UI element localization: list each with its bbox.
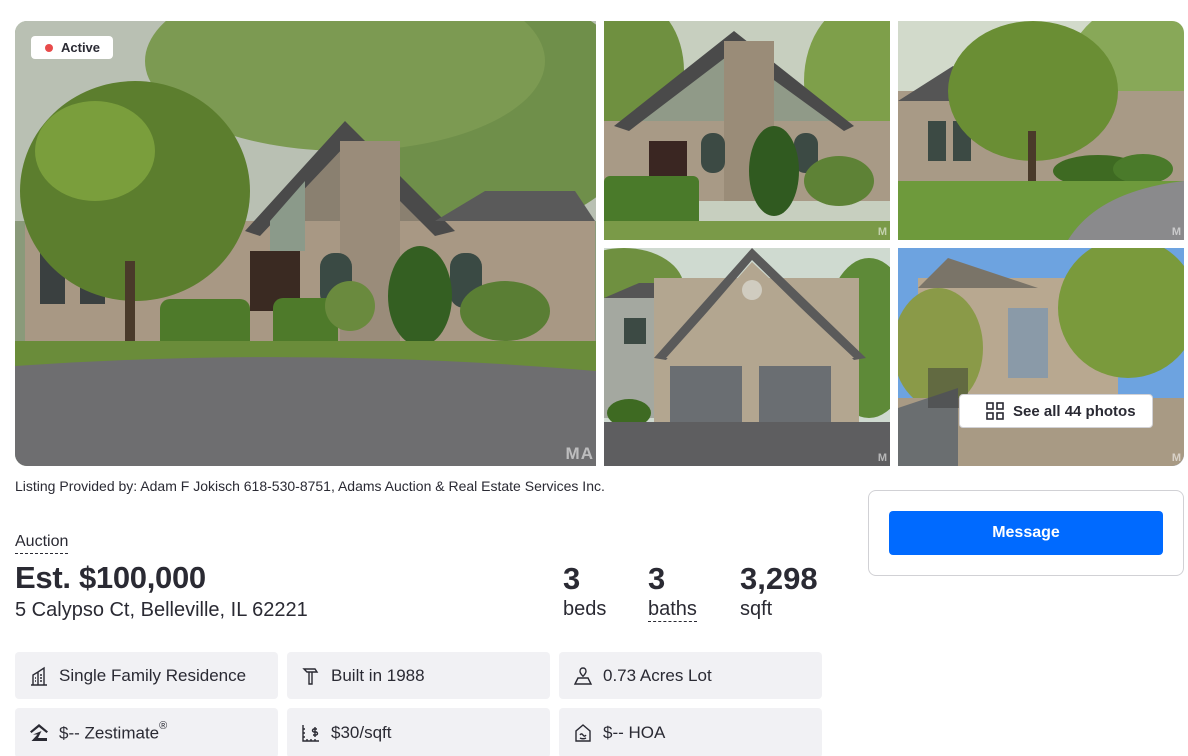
- gallery-photo[interactable]: M: [604, 21, 890, 240]
- fact-home-type: Single Family Residence: [15, 652, 278, 699]
- sqft-value: 3,298: [740, 561, 818, 596]
- photo-watermark: M: [1171, 226, 1182, 238]
- see-all-photos-label: See all 44 photos: [1013, 402, 1136, 420]
- gallery-photo[interactable]: M: [604, 248, 890, 466]
- gallery-photo[interactable]: M: [898, 248, 1184, 466]
- grid-icon: [986, 402, 1004, 420]
- listing-address: 5 Calypso Ct, Belleville, IL 62221: [15, 599, 308, 621]
- sqft-stat: 3,298 sqft: [740, 562, 818, 621]
- fact-price-per-sqft: $30/sqft: [287, 708, 550, 756]
- lot-size-icon: [573, 666, 593, 685]
- listing-type-link[interactable]: Auction: [15, 532, 69, 554]
- status-badge-label: Active: [61, 40, 101, 55]
- baths-stat: 3 baths: [648, 562, 697, 622]
- fact-lot-size: 0.73 Acres Lot: [559, 652, 822, 699]
- photo-watermark: M: [877, 452, 888, 464]
- price-per-sqft-icon: [302, 725, 319, 742]
- baths-label-link[interactable]: baths: [648, 597, 697, 622]
- fact-zestimate-label: $-- Zestimate®: [59, 719, 168, 743]
- listing-provided-by: Listing Provided by: Adam F Jokisch 618-…: [15, 478, 605, 494]
- photo-watermark: M: [1171, 452, 1182, 464]
- registered-mark: ®: [159, 719, 168, 732]
- beds-value: 3: [563, 561, 581, 596]
- photo-watermark: M: [877, 226, 888, 238]
- zestimate-icon: [30, 724, 48, 741]
- status-dot-icon: [45, 43, 53, 52]
- sqft-label: sqft: [740, 598, 773, 620]
- gallery-photo[interactable]: M: [898, 21, 1184, 240]
- fact-home-type-label: Single Family Residence: [59, 665, 247, 685]
- hammer-icon: [302, 667, 319, 685]
- listing-price: Est. $100,000: [15, 560, 206, 595]
- message-button[interactable]: Message: [889, 511, 1163, 555]
- fact-zestimate: $-- Zestimate®: [15, 708, 278, 756]
- see-all-photos-button[interactable]: See all 44 photos: [959, 394, 1153, 428]
- beds-label: beds: [563, 598, 607, 620]
- fact-hoa-label: $-- HOA: [603, 723, 666, 742]
- fact-lot-size-label: 0.73 Acres Lot: [603, 665, 712, 685]
- photo-watermark: MA: [565, 444, 594, 463]
- baths-value: 3: [648, 561, 666, 596]
- fact-year-built: Built in 1988: [287, 652, 550, 699]
- hoa-icon: [575, 724, 591, 742]
- contact-card: Message: [868, 490, 1184, 576]
- main-photo[interactable]: MA: [15, 21, 596, 466]
- beds-stat: 3 beds: [563, 562, 606, 621]
- fact-price-per-sqft-label: $30/sqft: [331, 723, 392, 742]
- fact-year-built-label: Built in 1988: [331, 665, 425, 685]
- fact-hoa: $-- HOA: [559, 708, 822, 756]
- building-icon: [31, 666, 47, 686]
- status-badge: Active: [31, 36, 114, 59]
